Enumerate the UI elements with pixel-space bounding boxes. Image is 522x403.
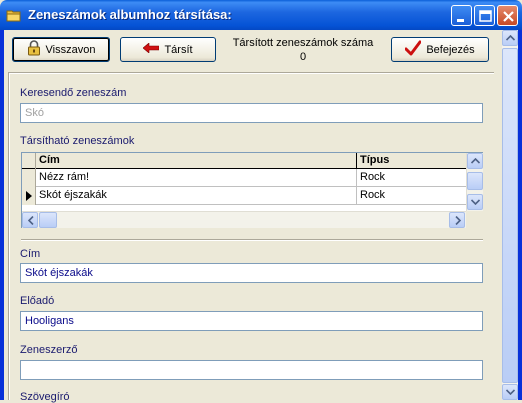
title-bar: Zeneszámok albumhoz társítása: bbox=[0, 0, 522, 30]
row-selector[interactable] bbox=[22, 187, 36, 205]
current-row-icon bbox=[26, 191, 32, 201]
scroll-right-button[interactable] bbox=[449, 212, 465, 228]
undo-button-label: Visszavon bbox=[45, 43, 96, 56]
minimize-button[interactable] bbox=[451, 5, 472, 26]
associated-count-label: Társított zeneszámok száma bbox=[232, 37, 374, 49]
search-input[interactable]: Skó bbox=[20, 103, 483, 123]
chevron-up-icon bbox=[471, 158, 480, 164]
window-frame-left bbox=[0, 30, 4, 400]
left-arrow-icon bbox=[142, 42, 160, 56]
scroll-corner bbox=[466, 211, 483, 228]
maximize-button[interactable] bbox=[474, 5, 495, 26]
chevron-right-icon bbox=[455, 216, 461, 225]
window-vertical-scrollbar[interactable] bbox=[502, 30, 518, 400]
associated-count-value: 0 bbox=[299, 51, 307, 63]
scroll-down-button[interactable] bbox=[467, 194, 483, 210]
undo-button[interactable]: Visszavon bbox=[12, 37, 110, 62]
grid-horizontal-scrollbar[interactable] bbox=[22, 211, 466, 228]
available-tracks-label: Társítható zeneszámok bbox=[20, 135, 135, 147]
window-scroll-up-button[interactable] bbox=[502, 30, 518, 46]
column-header-title[interactable]: Cím bbox=[36, 153, 357, 169]
divider bbox=[21, 239, 483, 241]
chevron-up-icon bbox=[506, 35, 515, 41]
grid-header-selector bbox=[22, 153, 36, 169]
window-scroll-down-button[interactable] bbox=[502, 384, 518, 400]
scroll-left-button[interactable] bbox=[22, 212, 38, 228]
cell-title[interactable]: Skót éjszakák bbox=[36, 187, 357, 205]
chevron-down-icon bbox=[471, 199, 480, 205]
form-panel: Keresendő zeneszám Skó Társítható zenesz… bbox=[8, 72, 494, 403]
performer-label: Előadó bbox=[20, 295, 55, 307]
grid-header: Cím Típus bbox=[22, 153, 466, 169]
cell-type[interactable]: Rock bbox=[357, 187, 466, 205]
cell-title[interactable]: Nézz rám! bbox=[36, 169, 357, 187]
composer-field[interactable] bbox=[20, 360, 483, 380]
finish-button[interactable]: Befejezés bbox=[391, 37, 489, 62]
window-scroll-thumb[interactable] bbox=[502, 48, 518, 383]
column-header-type[interactable]: Típus bbox=[357, 153, 466, 169]
folder-icon bbox=[6, 7, 22, 23]
window-frame-right bbox=[518, 30, 522, 400]
associate-button[interactable]: Társít bbox=[120, 37, 216, 62]
associate-button-label: Társít bbox=[164, 43, 193, 56]
scroll-up-button[interactable] bbox=[467, 153, 483, 169]
toolbar: Visszavon Társít Társított zeneszámok sz… bbox=[4, 30, 502, 72]
title-field[interactable]: Skót éjszakák bbox=[20, 263, 483, 283]
table-row[interactable]: Nézz rám! Rock bbox=[22, 169, 466, 187]
finish-button-label: Befejezés bbox=[426, 43, 475, 56]
scroll-thumb[interactable] bbox=[467, 172, 483, 190]
chevron-left-icon bbox=[28, 216, 34, 225]
grid-vertical-scrollbar[interactable] bbox=[466, 153, 483, 211]
composer-label: Zeneszerző bbox=[20, 344, 78, 356]
table-row[interactable]: Skót éjszakák Rock bbox=[22, 187, 466, 205]
chevron-down-icon bbox=[506, 389, 515, 395]
checkmark-icon bbox=[404, 40, 422, 59]
tracks-grid: Cím Típus Nézz rám! Rock Skót éjszakák R… bbox=[21, 152, 483, 228]
lock-icon bbox=[27, 40, 41, 59]
window-title: Zeneszámok albumhoz társítása: bbox=[28, 7, 232, 22]
scroll-thumb[interactable] bbox=[39, 212, 57, 228]
search-label: Keresendő zeneszám bbox=[20, 87, 127, 99]
row-selector[interactable] bbox=[22, 169, 36, 187]
title-label: Cím bbox=[20, 248, 41, 260]
close-button[interactable] bbox=[497, 5, 518, 26]
performer-field[interactable]: Hooligans bbox=[20, 311, 483, 331]
cell-type[interactable]: Rock bbox=[357, 169, 466, 187]
lyricist-label: Szövegíró bbox=[20, 391, 70, 403]
